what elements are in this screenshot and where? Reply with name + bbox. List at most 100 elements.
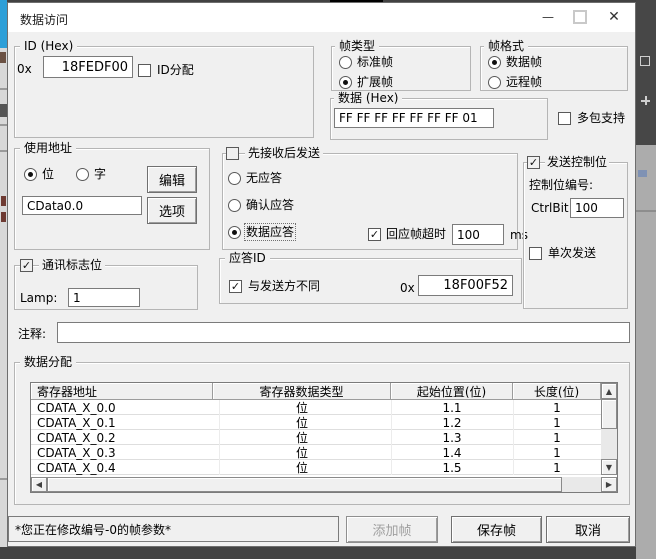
save-frame-button[interactable]: 保存帧 xyxy=(451,516,542,543)
col-header-register-type[interactable]: 寄存器数据类型 xyxy=(213,383,391,400)
col-header-length[interactable]: 长度(位) xyxy=(513,383,601,400)
confirm-reply-radio[interactable] xyxy=(228,199,241,212)
scroll-up-button[interactable]: ▲ xyxy=(601,383,617,399)
comm-flag-checkbox[interactable]: ✓ xyxy=(20,259,33,272)
address-bit-radio[interactable] xyxy=(24,168,37,181)
different-id-label: 与发送方不同 xyxy=(248,279,320,293)
id-alloc-checkbox[interactable] xyxy=(138,64,151,77)
data-hex-input[interactable]: FF FF FF FF FF FF FF 01 xyxy=(334,108,494,128)
frame-format-remote-radio[interactable] xyxy=(488,76,501,89)
recv-first-label: 先接收后发送 xyxy=(245,146,323,160)
background-blue-fragment xyxy=(0,0,7,48)
lamp-label: Lamp: xyxy=(20,291,57,305)
single-send-label: 单次发送 xyxy=(548,246,596,260)
timeout-input[interactable]: 100 xyxy=(452,224,504,245)
confirm-reply-label[interactable]: 确认应答 xyxy=(246,198,294,212)
background-right-strip-bottom xyxy=(636,145,656,559)
ctrl-number-label: 控制位编号: xyxy=(529,178,593,192)
table-row[interactable]: CDATA_X_0.0 位 1.1 1 xyxy=(31,400,601,415)
vscroll-thumb[interactable] xyxy=(601,399,617,429)
frame-type-extended-radio[interactable] xyxy=(339,76,352,89)
status-box: *您正在修改编号-0的帧参数* xyxy=(8,516,339,542)
frame-type-standard-label[interactable]: 标准帧 xyxy=(357,55,393,69)
edit-button[interactable]: 编辑 xyxy=(147,166,197,193)
timeout-label: 回应帧超时 xyxy=(386,227,446,241)
id-prefix-label: 0x xyxy=(17,62,32,76)
maximize-icon xyxy=(573,10,587,24)
frame-format-remote-label[interactable]: 远程帧 xyxy=(506,75,542,89)
multi-pack-checkbox[interactable] xyxy=(558,112,571,125)
no-reply-radio[interactable] xyxy=(228,172,241,185)
arrow-down-icon: ▼ xyxy=(606,463,612,472)
background-left-strip xyxy=(0,0,7,547)
table-row[interactable]: CDATA_X_0.2 位 1.3 1 xyxy=(31,430,601,445)
reply-id-prefix-label: 0x xyxy=(400,281,415,295)
data-hex-title: 数据 (Hex) xyxy=(334,91,402,105)
frame-format-title: 帧格式 xyxy=(484,39,528,53)
allocation-title: 数据分配 xyxy=(20,355,76,369)
address-bit-label[interactable]: 位 xyxy=(42,167,54,181)
frame-type-extended-label[interactable]: 扩展帧 xyxy=(357,75,393,89)
comment-label: 注释: xyxy=(18,327,46,341)
background-fragment xyxy=(638,170,647,177)
ctrlbit-label: CtrlBit xyxy=(531,201,569,215)
data-reply-label[interactable]: 数据应答 xyxy=(246,225,294,239)
address-group-title: 使用地址 xyxy=(20,141,76,155)
scroll-down-button[interactable]: ▼ xyxy=(601,459,617,475)
id-alloc-label: ID分配 xyxy=(157,63,194,77)
arrow-up-icon: ▲ xyxy=(606,387,612,396)
check-icon: ✓ xyxy=(529,157,538,168)
address-word-radio[interactable] xyxy=(76,168,89,181)
multi-pack-label: 多包支持 xyxy=(577,111,625,125)
scroll-right-button[interactable]: ▶ xyxy=(601,477,617,492)
timeout-checkbox[interactable]: ✓ xyxy=(368,228,381,241)
status-message: *您正在修改编号-0的帧参数* xyxy=(15,521,171,538)
close-button[interactable]: ✕ xyxy=(600,7,628,27)
maximize-button[interactable] xyxy=(567,8,593,26)
screen: 数据访问 — ✕ ID (Hex) 0x 18FEDF00 ID分配 帧类型 标… xyxy=(0,0,656,559)
options-button[interactable]: 选项 xyxy=(147,197,197,224)
background-fragment xyxy=(0,478,7,480)
background-fragment xyxy=(0,150,7,152)
single-send-checkbox[interactable] xyxy=(529,247,542,260)
frame-format-data-radio[interactable] xyxy=(488,56,501,69)
send-ctrl-checkbox[interactable]: ✓ xyxy=(527,156,540,169)
id-input[interactable]: 18FEDF00 xyxy=(43,56,133,78)
background-right-strip-top xyxy=(636,0,656,145)
comment-input[interactable] xyxy=(57,322,630,343)
background-fragment xyxy=(1,196,6,206)
background-fragment xyxy=(0,52,6,63)
minimize-button[interactable]: — xyxy=(534,8,562,26)
minimize-icon: — xyxy=(542,10,554,24)
recv-first-checkbox[interactable] xyxy=(226,147,239,160)
ctrlbit-input[interactable]: 100 xyxy=(570,198,624,218)
check-icon: ✓ xyxy=(231,281,240,292)
frame-type-standard-radio[interactable] xyxy=(339,56,352,69)
table-row[interactable]: CDATA_X_0.4 位 1.5 1 xyxy=(31,460,601,475)
background-fragment xyxy=(1,212,6,222)
table-row[interactable]: CDATA_X_0.3 位 1.4 1 xyxy=(31,445,601,460)
col-header-register-address[interactable]: 寄存器地址 xyxy=(31,383,213,400)
no-reply-label[interactable]: 无应答 xyxy=(246,171,282,185)
lamp-input[interactable]: 1 xyxy=(68,288,140,307)
data-reply-radio[interactable] xyxy=(228,226,241,239)
col-header-start-pos[interactable]: 起始位置(位) xyxy=(391,383,513,400)
cancel-button[interactable]: 取消 xyxy=(546,516,630,543)
frame-format-data-label[interactable]: 数据帧 xyxy=(506,55,542,69)
address-word-label[interactable]: 字 xyxy=(94,167,106,181)
check-icon: ✓ xyxy=(22,260,31,271)
background-fragment xyxy=(640,56,650,66)
hscroll-thumb[interactable] xyxy=(47,477,562,492)
close-icon: ✕ xyxy=(608,9,620,25)
scroll-left-button[interactable]: ◀ xyxy=(31,477,47,492)
background-fragment xyxy=(636,210,656,212)
background-fragment xyxy=(0,88,7,90)
background-fragment xyxy=(0,124,7,126)
send-ctrl-label: 发送控制位 xyxy=(545,155,609,169)
frame-type-title: 帧类型 xyxy=(335,39,379,53)
table-row[interactable]: CDATA_X_0.1 位 1.2 1 xyxy=(31,415,601,430)
add-frame-button[interactable]: 添加帧 xyxy=(346,516,438,543)
address-input[interactable]: CData0.0 xyxy=(22,196,142,215)
reply-id-input[interactable]: 18F00F52 xyxy=(418,275,513,296)
different-id-checkbox[interactable]: ✓ xyxy=(229,280,242,293)
